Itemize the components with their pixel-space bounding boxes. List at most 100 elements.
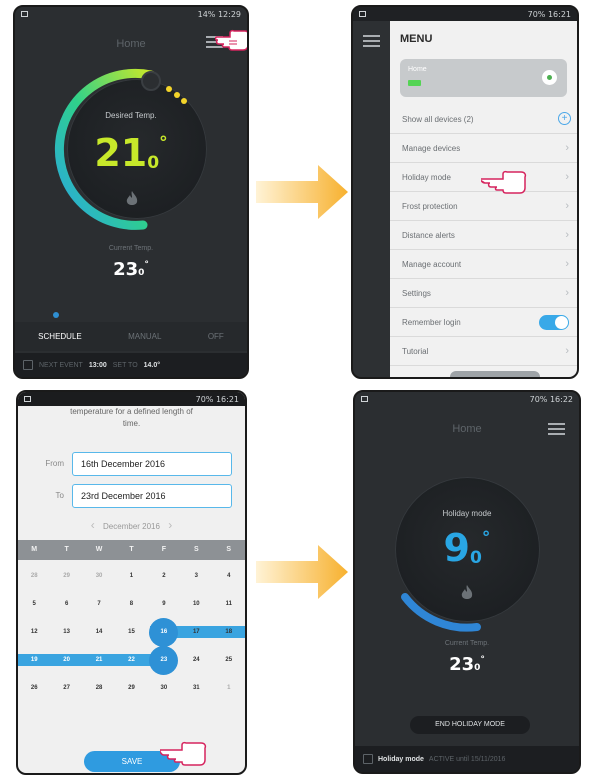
menu-item-settings[interactable]: Settings › [390,279,577,308]
chevron-right-icon: › [565,229,569,241]
weekday-label: T [129,546,134,553]
pointing-hand-icon [215,29,247,51]
calendar-day[interactable]: 1 [115,562,147,590]
to-date-field[interactable]: 23rd December 2016 [72,484,232,508]
chevron-right-icon: › [565,287,569,299]
calendar-day[interactable]: 8 [115,590,147,618]
holiday-mode-label: Holiday mode [378,755,424,763]
calendar-day[interactable]: 23 [148,646,180,674]
calendar-day[interactable]: 9 [148,590,180,618]
calendar-day[interactable]: 1 [213,674,245,702]
calendar-day[interactable]: 28 [18,562,50,590]
mode-indicator-dot [53,312,59,318]
set-to-value: 14.0° [143,361,161,369]
calendar-day[interactable]: 29 [50,562,82,590]
end-holiday-mode-button[interactable]: END HOLIDAY MODE [410,716,530,734]
calendar-day[interactable]: 2 [148,562,180,590]
side-menu: MENU Home Show all devices (2) + Manage d… [390,21,577,377]
right-arrow-icon [256,165,348,219]
weekday-label: F [161,546,167,553]
clock: 12:29 [217,9,241,19]
calendar-day[interactable]: 24 [180,646,212,674]
calendar-grid: 28 29 30 1 2 3 4 5 6 7 8 9 10 11 12 13 1… [18,562,245,702]
menu-icon[interactable] [548,423,565,435]
to-label: To [55,491,64,500]
calendar-day[interactable]: 20 [50,646,82,674]
calendar-day[interactable]: 22 [115,646,147,674]
clock: 16:22 [549,394,573,404]
flame-icon [461,585,473,599]
chevron-right-icon: › [565,345,569,357]
set-to-label: SET TO [112,361,138,369]
calendar-day[interactable]: 5 [18,590,50,618]
status-bar: 70% 16:21 [18,392,245,406]
plus-icon: + [558,112,571,125]
calendar-day[interactable]: 15 [115,618,147,646]
calendar-day[interactable]: 30 [148,674,180,702]
page-title: Home [452,423,482,435]
menu-item-tutorial[interactable]: Tutorial › [390,337,577,366]
pointing-hand-icon [481,170,527,194]
calendar-day[interactable]: 27 [50,674,82,702]
calendar-day[interactable]: 28 [83,674,115,702]
flame-icon [126,191,138,205]
calendar-day[interactable]: 3 [180,562,212,590]
gallery-icon [24,396,31,402]
calendar-day[interactable]: 29 [115,674,147,702]
calendar-day[interactable]: 6 [50,590,82,618]
calendar-week: 5 6 7 8 9 10 11 [18,590,245,618]
mode-schedule-tab[interactable]: SCHEDULE [38,322,82,351]
chevron-left-icon[interactable]: ‹ [91,518,95,532]
menu-item-manage-account[interactable]: Manage account › [390,250,577,279]
device-card-home[interactable]: Home [400,59,567,97]
calendar-day[interactable]: 19 [18,646,50,674]
mode-manual-tab[interactable]: MANUAL [128,322,161,351]
remember-login-toggle[interactable] [539,315,569,330]
calendar-day[interactable]: 16 [148,618,180,646]
battery-level: 14% [197,9,216,19]
mode-off-tab[interactable]: OFF [208,322,224,351]
mode-selector: SCHEDULE MANUAL OFF [15,322,247,351]
calendar-day[interactable]: 11 [213,590,245,618]
calendar-day[interactable]: 14 [83,618,115,646]
calendar-day[interactable]: 31 [180,674,212,702]
menu-title: MENU [400,33,433,45]
calendar-clock-icon [363,754,373,764]
chevron-right-icon: › [565,200,569,212]
menu-icon[interactable] [363,35,380,47]
weekday-label: S [226,546,232,553]
calendar-day[interactable]: 18 [213,618,245,646]
calendar-day[interactable]: 4 [213,562,245,590]
calendar-day[interactable]: 17 [180,618,212,646]
calendar-day[interactable]: 30 [83,562,115,590]
holiday-mode-label: Holiday mode [442,509,492,518]
chevron-right-icon: › [565,171,569,183]
current-temp-label: Current Temp. [108,245,154,252]
calendar-day[interactable]: 7 [83,590,115,618]
menu-item-distance-alerts[interactable]: Distance alerts › [390,221,577,250]
calendar-week: 26 27 28 29 30 31 1 [18,674,245,702]
calendar-day[interactable]: 25 [213,646,245,674]
menu-item-show-devices[interactable]: Show all devices (2) + [390,105,577,134]
calendar-day[interactable]: 21 [83,646,115,674]
status-bar: 70% 16:22 [355,392,579,406]
current-temp-value: 230° [113,259,149,280]
holiday-intro-text: temperature for a defined length of time… [70,407,193,428]
menu-item-manage-devices[interactable]: Manage devices › [390,134,577,163]
next-event-bar: NEXT EVENT 13:00 SET TO 14.0° [15,353,247,377]
calendar-day[interactable]: 10 [180,590,212,618]
device-status-icon [542,70,557,85]
calendar-day[interactable]: 26 [18,674,50,702]
chevron-right-icon[interactable]: › [168,518,172,532]
calendar-day[interactable]: 13 [50,618,82,646]
gallery-icon [361,396,368,402]
holiday-temp-value: 90° [443,526,491,570]
weekday-label: W [95,546,103,553]
calendar-day[interactable]: 12 [18,618,50,646]
menu-item-remember-login[interactable]: Remember login [390,308,577,337]
from-date-field[interactable]: 16th December 2016 [72,452,232,476]
to-date-row: To 23rd December 2016 [18,482,245,510]
from-date-row: From 16th December 2016 [18,450,245,478]
battery-level: 70% [195,394,214,404]
battery-level: 70% [527,9,546,19]
